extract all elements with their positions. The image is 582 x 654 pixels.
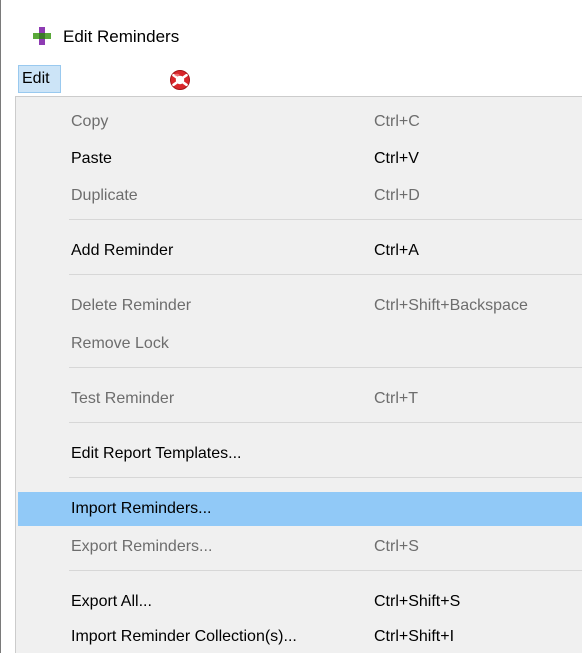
menu-item-label: Export Reminders... [71,538,213,555]
menu-item-label: Delete Reminder [71,297,192,314]
edit-reminders-window: Edit Reminders Edit Copy Ctrl+C Paste Ct… [0,0,582,653]
menu-item-shortcut: Ctrl+D [374,187,420,204]
menu-separator [69,274,582,275]
menu-item-label: Edit Report Templates... [71,445,242,462]
menu-item-label: Import Reminders... [71,500,212,517]
app-icon [33,27,51,45]
menu-item-label: Test Reminder [71,390,175,407]
menu-item-shortcut: Ctrl+V [374,150,419,167]
red-lifebuoy-icon[interactable] [169,69,191,91]
menu-item-label: Duplicate [71,187,138,204]
menu-item-duplicate[interactable]: Duplicate Ctrl+D [18,179,582,213]
menu-item-label: Paste [71,150,112,167]
menu-item-shortcut: Ctrl+C [374,113,420,130]
menu-separator [69,570,582,571]
menu-item-shortcut: Ctrl+T [374,390,418,407]
menu-edit[interactable]: Edit [18,65,61,93]
menu-item-label: Export All... [71,593,152,610]
menu-item-label: Add Reminder [71,242,174,259]
menu-item-add-reminder[interactable]: Add Reminder Ctrl+A [18,234,582,268]
menu-item-copy[interactable]: Copy Ctrl+C [18,105,582,139]
menu-item-shortcut: Ctrl+Shift+Backspace [374,297,528,314]
menu-item-export-reminders[interactable]: Export Reminders... Ctrl+S [18,530,582,564]
menu-item-export-all[interactable]: Export All... Ctrl+Shift+S [18,585,582,619]
menu-separator [69,422,582,423]
menu-item-edit-report-templates[interactable]: Edit Report Templates... [18,437,582,471]
menu-separator [69,219,582,220]
menu-item-import-reminder-collections[interactable]: Import Reminder Collection(s)... Ctrl+Sh… [18,620,582,654]
menu-item-label: Remove Lock [71,335,169,352]
window-title: Edit Reminders [63,27,180,46]
menu-item-shortcut: Ctrl+A [374,242,419,259]
menu-item-shortcut: Ctrl+Shift+I [374,628,455,645]
menu-item-shortcut: Ctrl+S [374,538,419,555]
menu-item-delete-reminder[interactable]: Delete Reminder Ctrl+Shift+Backspace [18,289,582,323]
menu-item-test-reminder[interactable]: Test Reminder Ctrl+T [18,382,582,416]
menu-item-label: Copy [71,113,109,130]
menu-bar: Edit [2,64,582,94]
menu-item-remove-lock[interactable]: Remove Lock [18,327,582,361]
menu-separator [69,367,582,368]
menu-item-import-reminders[interactable]: Import Reminders... [18,492,582,526]
edit-menu-dropdown: Copy Ctrl+C Paste Ctrl+V Duplicate Ctrl+… [15,96,582,653]
title-bar[interactable]: Edit Reminders [2,0,582,58]
menu-item-paste[interactable]: Paste Ctrl+V [18,142,582,176]
menu-item-shortcut: Ctrl+Shift+S [374,593,461,610]
menu-separator [69,477,582,478]
menu-item-label: Import Reminder Collection(s)... [71,628,297,645]
